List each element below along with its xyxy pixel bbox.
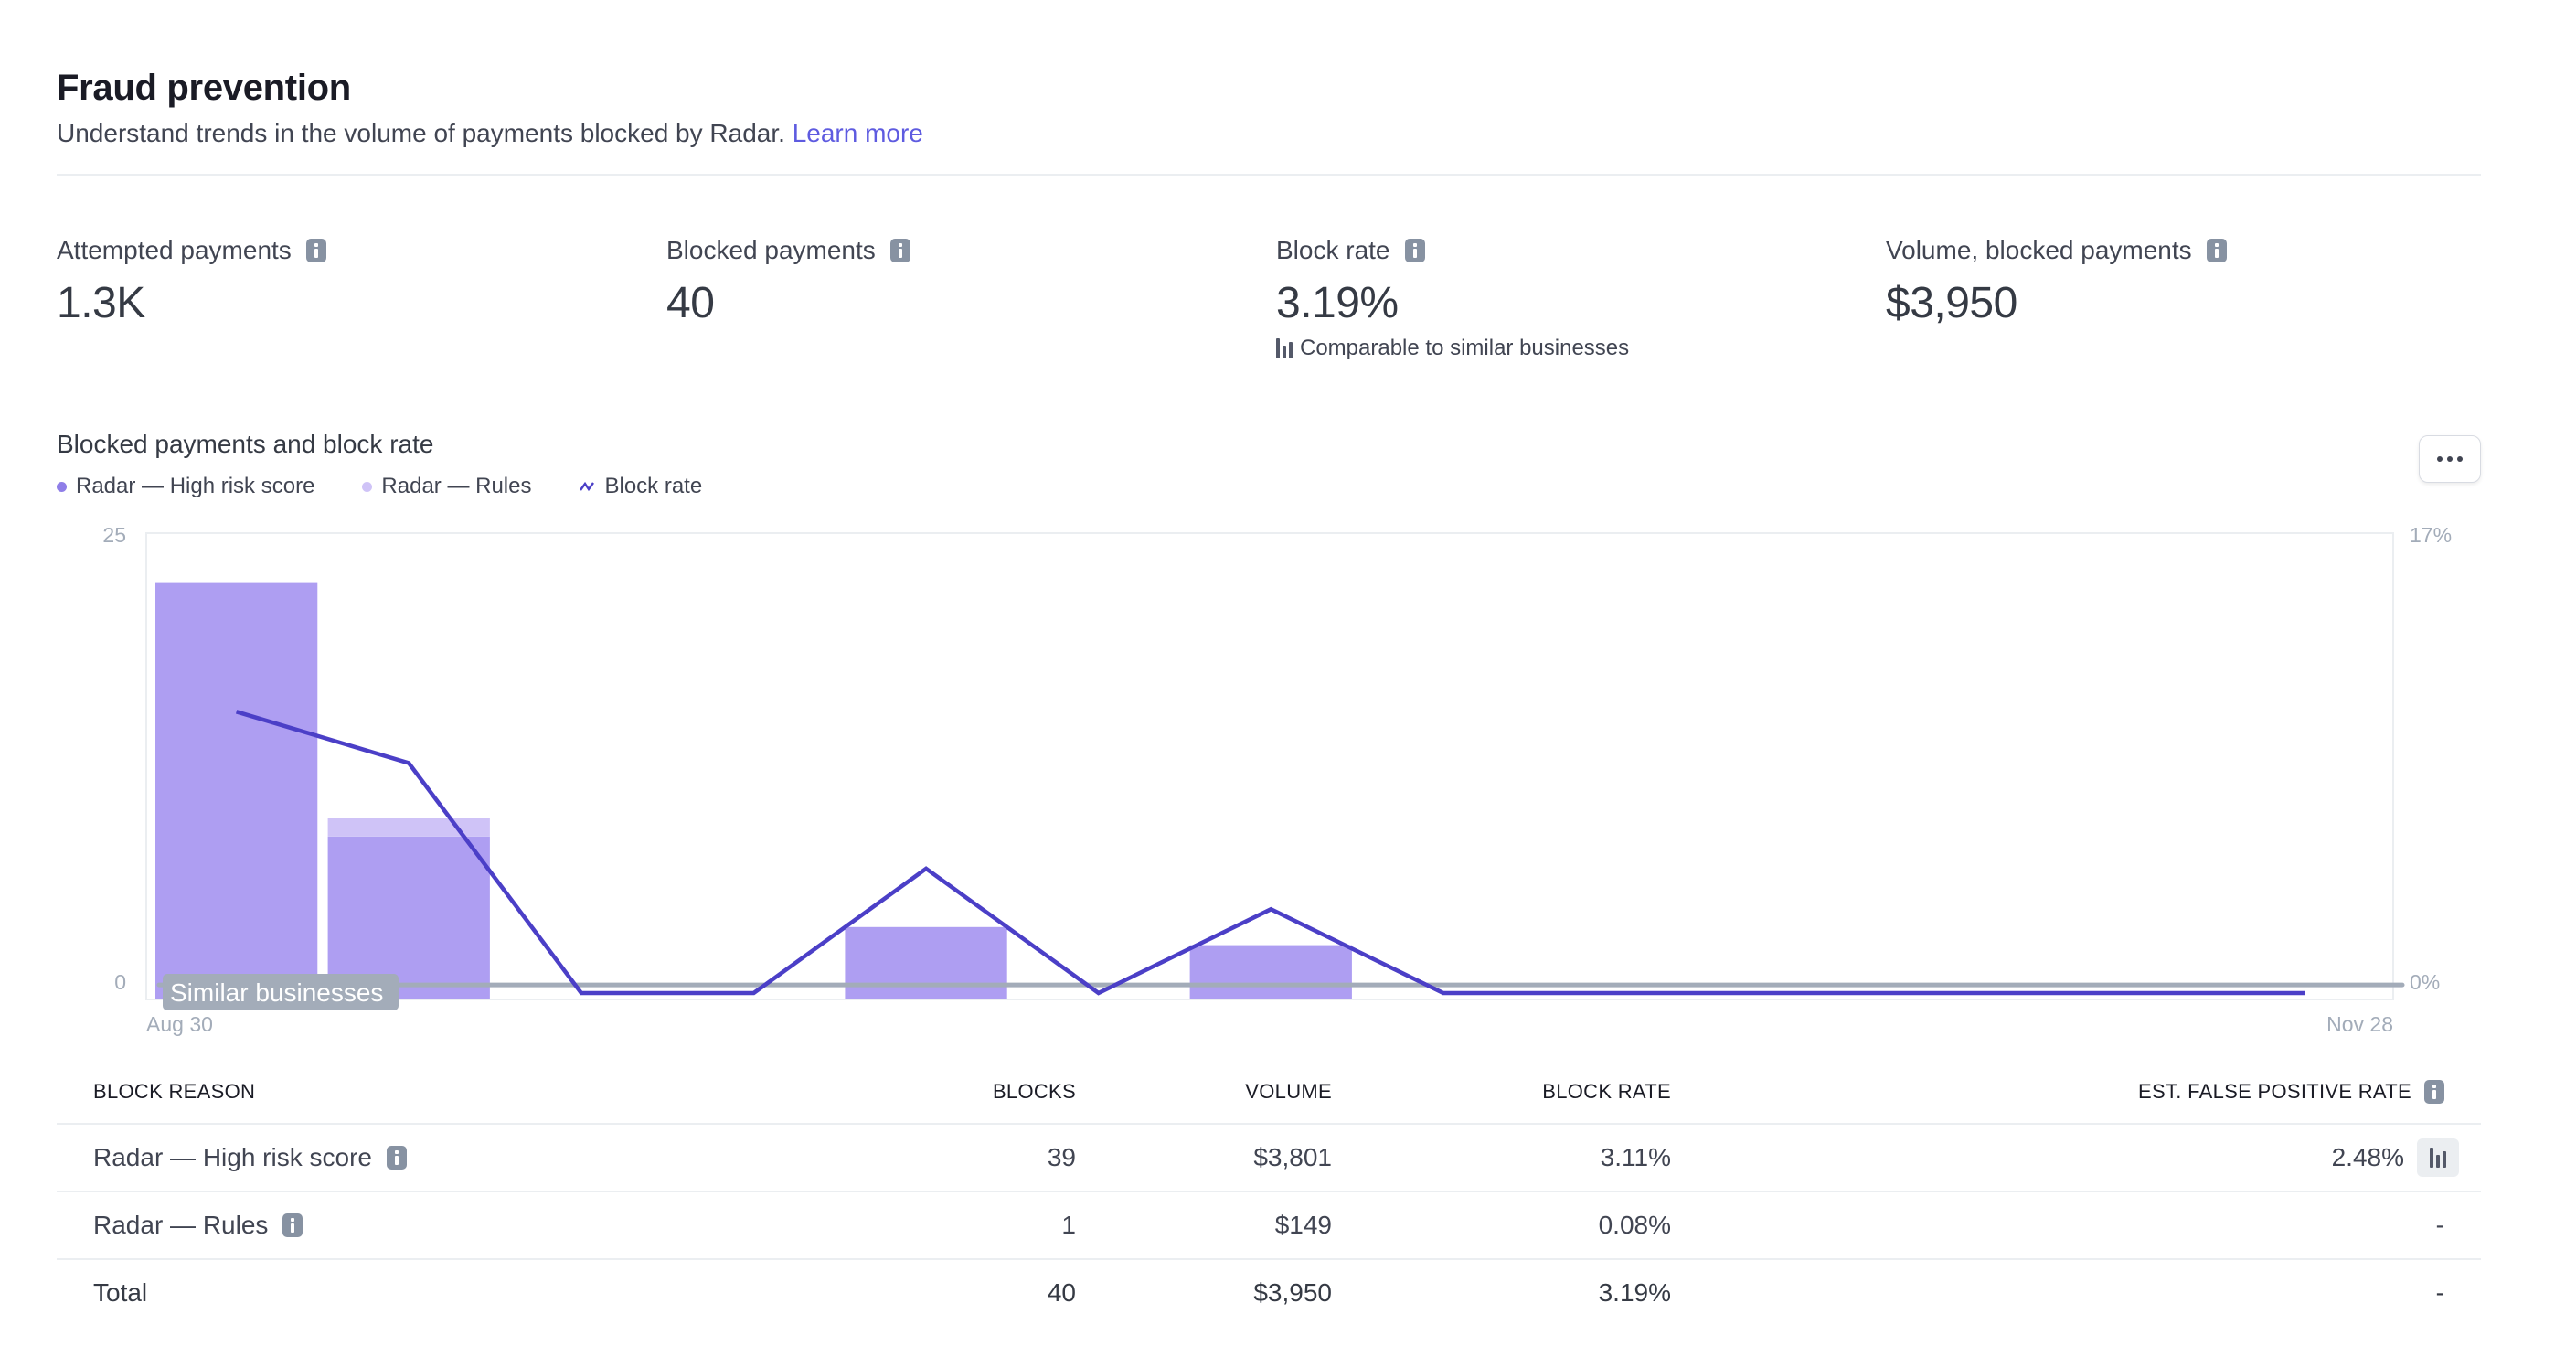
bar-high-risk	[155, 582, 318, 999]
info-icon[interactable]	[2424, 1080, 2444, 1104]
cell-block-rate: 0.08%	[1598, 1211, 1671, 1239]
comparison-note: Comparable to similar businesses	[1276, 336, 1629, 361]
similar-businesses-tag: Similar businesses	[163, 974, 399, 1010]
bar-high-risk	[1189, 945, 1352, 999]
learn-more-link[interactable]: Learn more	[793, 119, 923, 147]
cell-blocks: 40	[1047, 1278, 1076, 1307]
fpr-value: -	[2435, 1278, 2444, 1307]
reason-label: Radar — Rules	[93, 1211, 269, 1239]
more-dot-icon	[2457, 456, 2463, 462]
cell-blocks: 1	[1061, 1211, 1076, 1239]
chart-more-button[interactable]	[2419, 435, 2481, 483]
legend-dot-icon	[57, 481, 67, 492]
total-label: Total	[93, 1278, 148, 1307]
table-row[interactable]: Radar — High risk score 39 $3,801 3.11% …	[57, 1125, 2481, 1192]
cell-volume: $3,950	[1253, 1278, 1332, 1307]
info-icon[interactable]	[282, 1213, 303, 1237]
info-icon[interactable]	[386, 1146, 407, 1170]
cell-block-rate: 3.11%	[1600, 1143, 1671, 1171]
metric-value: 40	[666, 279, 715, 327]
col-header-volume[interactable]: VOLUME	[1076, 1080, 1332, 1104]
metric-block-rate: Block rate 3.19% Comparable to similar b…	[1276, 236, 1629, 361]
table-total-row: Total 40 $3,950 3.19% -	[57, 1260, 2481, 1326]
info-icon[interactable]	[1404, 239, 1425, 262]
legend-label: Radar — Rules	[381, 474, 532, 498]
blocked-payments-chart: Similar businesses 25 0 17% 0% Aug 30 No…	[102, 523, 2452, 1036]
similar-tag-label: Similar businesses	[170, 978, 383, 1007]
metric-label: Attempted payments	[57, 236, 292, 264]
y-left-tick-max: 25	[102, 523, 126, 547]
cell-reason: Radar — High risk score	[57, 1143, 953, 1172]
header-divider	[57, 174, 2481, 176]
legend-dot-icon	[362, 481, 373, 492]
legend-label: Block rate	[604, 474, 703, 498]
metric-blocked-payments: Blocked payments 40	[666, 236, 910, 328]
cell-fpr: 2.48%	[1671, 1138, 2481, 1177]
info-icon[interactable]	[2206, 239, 2227, 262]
cell-reason: Radar — Rules	[57, 1211, 953, 1240]
fpr-value: 2.48%	[2331, 1143, 2404, 1171]
x-tick-end: Nov 28	[2326, 1012, 2393, 1036]
info-icon[interactable]	[305, 239, 326, 262]
metric-label: Volume, blocked payments	[1886, 236, 2192, 264]
y-right-tick-max: 17%	[2410, 523, 2452, 547]
bar-chart-icon	[1276, 338, 1293, 358]
chart-legend: Radar — High risk score Radar — Rules Bl…	[57, 474, 702, 499]
cell-volume: $149	[1274, 1211, 1332, 1239]
bar-chart-icon	[2430, 1148, 2446, 1168]
x-tick-start: Aug 30	[146, 1012, 213, 1036]
bar-high-risk	[845, 926, 1007, 999]
col-header-block-rate[interactable]: BLOCK RATE	[1332, 1080, 1671, 1104]
cell-reason: Total	[57, 1278, 953, 1308]
legend-label: Radar — High risk score	[76, 474, 315, 498]
more-dot-icon	[2437, 456, 2443, 462]
cell-blocks: 39	[1047, 1143, 1076, 1171]
y-left-tick-min: 0	[114, 970, 126, 994]
cell-fpr: -	[1671, 1211, 2481, 1240]
col-header-fpr[interactable]: EST. FALSE POSITIVE RATE	[1671, 1080, 2481, 1104]
metric-attempted-payments: Attempted payments 1.3K	[57, 236, 326, 328]
line-squiggle-icon	[580, 481, 595, 492]
col-header-reason[interactable]: BLOCK REASON	[57, 1080, 953, 1104]
chart-title: Blocked payments and block rate	[57, 430, 434, 458]
cell-volume: $3,801	[1253, 1143, 1332, 1171]
cell-block-rate: 3.19%	[1598, 1278, 1671, 1307]
fpr-chart-button[interactable]	[2417, 1138, 2459, 1177]
info-icon[interactable]	[889, 239, 910, 262]
block-reasons-table: BLOCK REASON BLOCKS VOLUME BLOCK RATE ES…	[57, 1061, 2481, 1326]
comparison-text: Comparable to similar businesses	[1300, 336, 1630, 360]
metric-label: Blocked payments	[666, 236, 876, 264]
cell-fpr: -	[1671, 1278, 2481, 1308]
metric-value: $3,950	[1886, 279, 2017, 327]
legend-item-rules: Radar — Rules	[362, 474, 531, 499]
page-subtitle: Understand trends in the volume of payme…	[57, 119, 923, 148]
metric-label: Block rate	[1276, 236, 1390, 264]
fpr-value: -	[2435, 1211, 2444, 1239]
more-dot-icon	[2447, 456, 2453, 462]
legend-item-block-rate: Block rate	[579, 474, 702, 499]
bar-rules	[327, 818, 490, 837]
metric-value: 3.19%	[1276, 279, 1399, 327]
col-header-fpr-label: EST. FALSE POSITIVE RATE	[2138, 1080, 2411, 1103]
page-title: Fraud prevention	[57, 68, 351, 108]
table-row[interactable]: Radar — Rules 1 $149 0.08% -	[57, 1192, 2481, 1260]
table-header-row: BLOCK REASON BLOCKS VOLUME BLOCK RATE ES…	[57, 1061, 2481, 1125]
legend-item-high-risk: Radar — High risk score	[57, 474, 314, 499]
y-right-tick-min: 0%	[2410, 970, 2440, 994]
metric-value: 1.3K	[57, 279, 145, 327]
metric-volume-blocked: Volume, blocked payments $3,950	[1886, 236, 2227, 328]
reason-label: Radar — High risk score	[93, 1143, 372, 1171]
subtitle-text: Understand trends in the volume of payme…	[57, 119, 785, 147]
col-header-blocks[interactable]: BLOCKS	[953, 1080, 1076, 1104]
